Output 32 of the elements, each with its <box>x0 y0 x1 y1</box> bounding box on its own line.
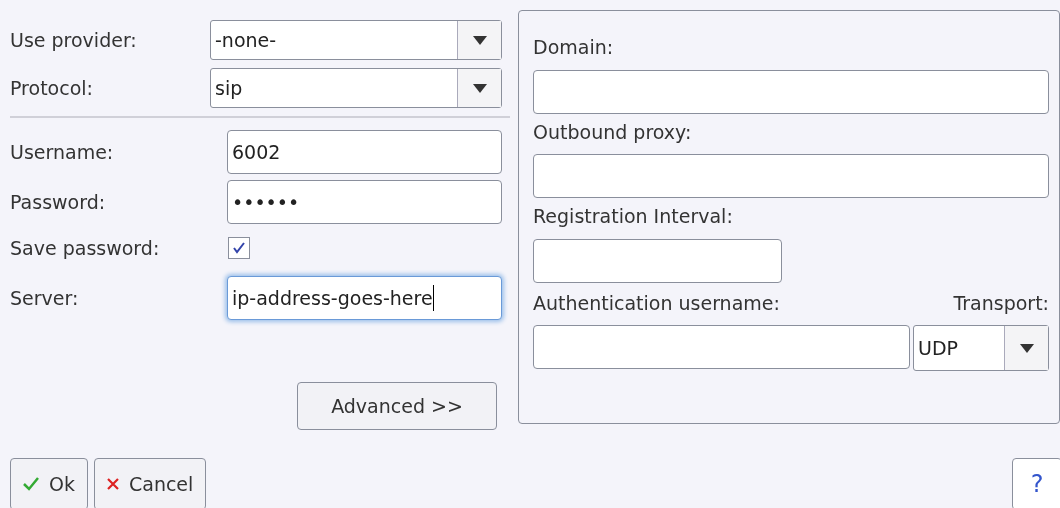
text-field[interactable] <box>533 154 1049 198</box>
text-field[interactable] <box>533 69 1049 114</box>
close-icon <box>106 478 119 490</box>
ok-button[interactable]: Ok <box>10 458 88 508</box>
dropdown-arrow-icon <box>472 83 487 93</box>
field-label: Registration Interval: <box>533 204 734 229</box>
dropdown[interactable]: sip <box>210 68 502 108</box>
field-label: Server: <box>9 285 80 311</box>
field-label: Protocol: <box>9 75 94 101</box>
field-label: Password: <box>9 189 107 215</box>
field-label: Transport: <box>953 290 1049 316</box>
dropdown-arrow-icon <box>472 35 487 45</box>
check-icon <box>232 241 246 255</box>
text-field[interactable]: 6002 <box>227 130 502 174</box>
field-label: Use provider: <box>9 27 138 53</box>
text-field[interactable]: ip-address-goes-here <box>227 276 502 320</box>
help-button[interactable]: ? <box>1012 458 1060 508</box>
advanced-button[interactable]: Advanced >> <box>297 382 497 430</box>
field-label: Username: <box>9 139 115 165</box>
text-field[interactable]: •••••• <box>227 180 502 224</box>
field-label: Outbound proxy: <box>533 119 693 145</box>
text-field[interactable] <box>533 238 782 283</box>
checkbox[interactable] <box>228 237 250 259</box>
dropdown-arrow-icon <box>1019 343 1034 353</box>
field-label: Save password: <box>9 235 161 261</box>
cancel-button[interactable]: Cancel <box>93 458 207 508</box>
dropdown[interactable]: UDP <box>913 325 1049 371</box>
text-field[interactable] <box>533 325 910 369</box>
check-icon <box>23 477 39 491</box>
field-label: Authentication username: <box>533 290 780 316</box>
dropdown[interactable]: -none- <box>210 20 502 60</box>
field-label: Domain: <box>533 35 615 60</box>
